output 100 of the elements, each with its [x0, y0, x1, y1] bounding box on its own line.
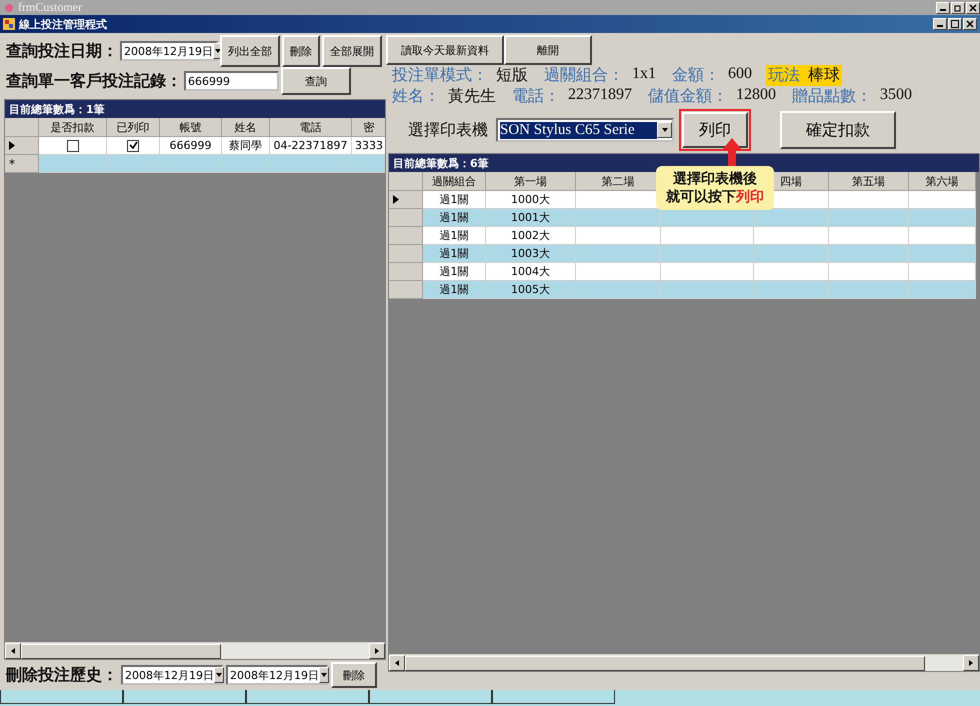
info-value: 600 — [728, 65, 752, 84]
table-cell — [909, 245, 976, 263]
new-row-marker: * — [5, 155, 39, 173]
column-header[interactable]: 帳號 — [160, 118, 222, 137]
printer-dropdown[interactable]: SON Stylus C65 Serie — [496, 118, 674, 142]
info-label: 金額： — [672, 65, 720, 86]
app-icon — [3, 18, 15, 30]
info-label: 電話： — [512, 86, 560, 107]
new-row-cell[interactable] — [39, 155, 107, 173]
table-cell — [909, 227, 976, 245]
table-cell: 過1關 — [423, 263, 486, 281]
restore-button[interactable] — [951, 2, 965, 14]
info-label: 儲值金額： — [648, 86, 728, 107]
column-header[interactable]: 密 — [352, 118, 385, 137]
info-label: 姓名： — [392, 86, 440, 107]
close-icon — [966, 20, 974, 28]
date-picker[interactable]: 2008年12月19日 — [121, 665, 223, 685]
info-value: 1x1 — [632, 65, 656, 84]
grid-caption: 目前總筆數爲：1筆 — [5, 100, 385, 118]
dropdown-arrow-icon — [660, 126, 668, 134]
search-button[interactable]: 查詢 — [281, 67, 351, 95]
close-button[interactable] — [966, 2, 980, 14]
row-header — [5, 118, 39, 137]
table-cell: 04-22371897 — [270, 137, 352, 155]
dropdown-arrow-icon — [215, 671, 223, 679]
info-value: 短版 — [496, 66, 528, 86]
column-header[interactable]: 已列印 — [107, 118, 160, 137]
new-row-cell[interactable] — [352, 155, 385, 173]
table-cell: 1003大 — [486, 245, 576, 263]
info-value: 棒球 — [808, 66, 840, 86]
query-action-button[interactable]: 列出全部 — [220, 35, 280, 67]
current-row-icon — [393, 195, 399, 204]
table-cell: 1002大 — [486, 227, 576, 245]
table-cell: 1001大 — [486, 209, 576, 227]
toolbar-button[interactable]: 讀取今天最新資料 — [386, 35, 504, 65]
app-icon — [4, 2, 14, 12]
dropdown-arrow-icon — [320, 671, 328, 679]
row-header — [389, 172, 423, 191]
horizontal-scrollbar[interactable] — [5, 642, 385, 659]
close-icon — [969, 4, 977, 12]
column-header[interactable]: 第六場 — [909, 172, 976, 191]
table-cell: 666999 — [160, 137, 222, 155]
minimize-button[interactable] — [933, 18, 947, 30]
new-row-cell[interactable] — [160, 155, 222, 173]
table-cell: 過1關 — [423, 245, 486, 263]
table-cell: 1000大 — [486, 191, 576, 209]
column-header[interactable]: 過關組合 — [423, 172, 486, 191]
info-label: 贈品點數： — [792, 86, 872, 107]
maximize-icon — [951, 20, 959, 28]
toolbar-button[interactable]: 離開 — [504, 35, 592, 65]
column-header[interactable]: 第一場 — [486, 172, 576, 191]
maximize-button[interactable] — [948, 18, 962, 30]
current-row-icon — [9, 141, 15, 150]
row-header[interactable] — [389, 191, 423, 209]
table-cell — [909, 191, 976, 209]
table-cell — [909, 209, 976, 227]
table-cell: 蔡同學 — [222, 137, 270, 155]
new-row-cell[interactable] — [222, 155, 270, 173]
delete-history-label: 刪除投注歷史： — [6, 664, 118, 686]
customer-query-label: 查詢單一客戶投注記錄： — [6, 70, 182, 92]
column-header[interactable]: 電話 — [270, 118, 352, 137]
scroll-right-icon — [967, 659, 975, 667]
column-header[interactable]: 是否扣款 — [39, 118, 107, 137]
window-title: frmCustomer — [18, 0, 82, 15]
customer-input-field[interactable]: 666999 — [184, 71, 279, 91]
table-cell: 過1關 — [423, 191, 486, 209]
minimize-button[interactable] — [936, 2, 950, 14]
row-header[interactable] — [5, 137, 39, 155]
new-row-cell[interactable] — [107, 155, 160, 173]
close-button[interactable] — [963, 18, 977, 30]
scroll-right-icon — [373, 647, 381, 655]
deducted-checkbox[interactable] — [66, 140, 78, 152]
column-header[interactable]: 姓名 — [222, 118, 270, 137]
confirm-button[interactable]: 確定扣款 — [780, 111, 896, 149]
table-cell — [909, 281, 976, 299]
table-cell: 過1關 — [423, 227, 486, 245]
restore-icon — [954, 4, 962, 12]
query-action-button[interactable]: 刪除 — [282, 35, 320, 67]
scroll-left-icon — [393, 659, 401, 667]
table-cell: 3333 — [352, 137, 385, 155]
printer-label: 選擇印表機 — [408, 120, 488, 140]
delete-button[interactable]: 刪除 — [331, 662, 377, 688]
table-cell: 過1關 — [423, 281, 486, 299]
table-cell: 1004大 — [486, 263, 576, 281]
column-header[interactable]: 第五場 — [829, 172, 909, 191]
window-title: 線上投注管理程式 — [19, 16, 108, 32]
new-row-cell[interactable] — [270, 155, 352, 173]
print-button[interactable]: 列印 — [682, 112, 748, 148]
horizontal-scrollbar[interactable] — [389, 654, 979, 671]
query-action-button[interactable]: 全部展開 — [322, 35, 382, 67]
date-picker[interactable]: 2008年12月19日 — [226, 665, 328, 685]
minimize-icon — [940, 8, 946, 10]
callout-tooltip: 選擇印表機後 就可以按下列印 — [656, 166, 774, 210]
date-picker[interactable]: 2008年12月19日 — [120, 41, 218, 61]
info-value: 黃先生 — [448, 86, 496, 107]
printed-checkbox[interactable] — [127, 140, 139, 152]
info-label: 玩法 — [768, 65, 800, 86]
info-label: 過關組合： — [544, 65, 624, 86]
scroll-left-icon — [9, 647, 17, 655]
table-cell — [909, 263, 976, 281]
